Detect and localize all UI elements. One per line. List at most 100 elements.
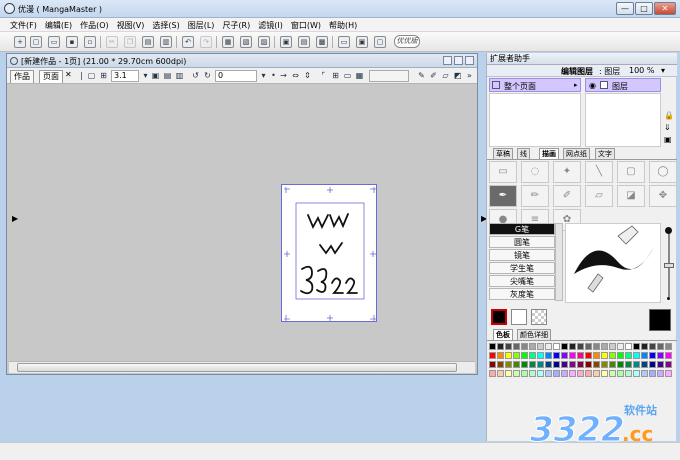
palette-swatch[interactable] (561, 370, 568, 377)
palette-swatch[interactable] (513, 370, 520, 377)
menu-file[interactable]: 文件(F) (6, 18, 41, 31)
redo-icon[interactable]: ↷ (200, 36, 212, 48)
pen-pointed[interactable]: 尖嘴笔 (489, 275, 555, 287)
fit-width-icon[interactable]: ▤ (163, 71, 172, 81)
palette-swatch[interactable] (625, 361, 632, 368)
palette-swatch[interactable] (617, 352, 624, 359)
palette-swatch[interactable] (553, 352, 560, 359)
folder-icon[interactable]: ▭ (338, 36, 350, 48)
brush-icon[interactable]: ✐ (429, 71, 438, 81)
zoom-input[interactable]: 3.1 (111, 70, 139, 82)
palette-swatch[interactable] (569, 352, 576, 359)
window-icon[interactable]: ▢ (374, 36, 386, 48)
palette-swatch[interactable] (545, 352, 552, 359)
pen-tool-selected-icon[interactable]: ✒ (489, 185, 517, 207)
close-button[interactable]: ✕ (654, 2, 676, 15)
palette-swatch[interactable] (561, 352, 568, 359)
opacity-dropdown-icon[interactable]: ▾ (661, 66, 665, 75)
palette-swatch[interactable] (497, 343, 504, 350)
palette-swatch[interactable] (489, 370, 496, 377)
ruler-icon[interactable]: ▭ (343, 71, 352, 81)
palette-swatch[interactable] (665, 361, 672, 368)
palette-swatch[interactable] (665, 343, 672, 350)
palette-swatch[interactable] (633, 343, 640, 350)
menu-help[interactable]: 帮助(H) (325, 18, 361, 31)
palette-swatch[interactable] (545, 361, 552, 368)
palette-swatch[interactable] (657, 370, 664, 377)
pen-list-scrollbar[interactable] (555, 223, 563, 301)
page-list[interactable] (489, 93, 581, 147)
palette-swatch[interactable] (665, 370, 672, 377)
rect-tool-icon[interactable]: ▢ (617, 161, 645, 183)
palette-swatch[interactable] (529, 361, 536, 368)
palette-swatch[interactable] (593, 370, 600, 377)
flip-h-icon[interactable]: ⇔ (291, 71, 300, 81)
guide-icon[interactable]: ▦ (355, 71, 364, 81)
grid-icon[interactable]: ⊞ (331, 71, 340, 81)
palette-swatch[interactable] (609, 343, 616, 350)
palette-swatch[interactable] (553, 343, 560, 350)
bucket-icon[interactable]: ◪ (617, 185, 645, 207)
palette-swatch[interactable] (601, 352, 608, 359)
palette-swatch[interactable] (633, 370, 640, 377)
select-rect-icon[interactable]: ▭ (489, 161, 517, 183)
palette-swatch[interactable] (641, 343, 648, 350)
paste-icon[interactable]: ▤ (142, 36, 154, 48)
eraser-tool-icon[interactable]: ▱ (585, 185, 613, 207)
pen-round[interactable]: 圆笔 (489, 236, 555, 248)
move-icon[interactable]: ✥ (649, 185, 677, 207)
menu-view[interactable]: 视图(V) (113, 18, 149, 31)
palette-swatch[interactable] (553, 370, 560, 377)
fit-page-icon[interactable]: ▣ (151, 71, 160, 81)
browser-icon[interactable]: ▣ (356, 36, 368, 48)
delete-icon[interactable]: ▥ (160, 36, 172, 48)
palette-swatch[interactable] (649, 361, 656, 368)
arrow-icon[interactable]: → (279, 71, 288, 81)
palette-swatch[interactable] (649, 370, 656, 377)
palette-swatch[interactable] (593, 343, 600, 350)
palette-swatch[interactable] (601, 370, 608, 377)
palette-swatch[interactable] (521, 370, 528, 377)
dot-icon[interactable]: • (269, 71, 278, 81)
new-page-icon[interactable]: ▢ (30, 36, 42, 48)
background-color[interactable] (511, 309, 527, 325)
palette-swatch[interactable] (625, 352, 632, 359)
palette-swatch[interactable] (545, 343, 552, 350)
menu-work[interactable]: 作品(O) (76, 18, 113, 31)
palette-swatch[interactable] (585, 352, 592, 359)
palette-swatch[interactable] (529, 352, 536, 359)
palette-swatch[interactable] (505, 361, 512, 368)
palette-swatch[interactable] (553, 361, 560, 368)
horizontal-scrollbar[interactable] (9, 361, 475, 373)
palette-swatch[interactable] (545, 370, 552, 377)
palette-swatch[interactable] (601, 361, 608, 368)
palette-swatch[interactable] (617, 343, 624, 350)
fill-icon[interactable]: ◩ (453, 71, 462, 81)
palette-swatch[interactable] (577, 352, 584, 359)
palette-swatch[interactable] (593, 352, 600, 359)
palette-swatch[interactable] (513, 343, 520, 350)
more-icon[interactable]: » (465, 71, 474, 81)
palette-swatch[interactable] (505, 352, 512, 359)
palette-swatch[interactable] (489, 343, 496, 350)
manga-page[interactable] (281, 184, 377, 322)
palette-swatch[interactable] (489, 361, 496, 368)
canvas-area[interactable] (9, 85, 475, 361)
palette-swatch[interactable] (633, 352, 640, 359)
open-icon[interactable]: ▭ (48, 36, 60, 48)
layer-combo[interactable] (369, 70, 409, 82)
palette-swatch[interactable] (569, 361, 576, 368)
pages-list-item[interactable]: 整个页面 ▸ (489, 78, 581, 92)
rotate-left-icon[interactable]: ↺ (191, 71, 200, 81)
layout-icon[interactable]: ▤ (298, 36, 310, 48)
marker-icon[interactable]: ✐ (553, 185, 581, 207)
palette-swatch[interactable] (665, 352, 672, 359)
pencil-icon[interactable]: ✏ (521, 185, 549, 207)
palette-swatch[interactable] (625, 370, 632, 377)
foreground-color[interactable] (491, 309, 507, 325)
palette-swatch[interactable] (577, 361, 584, 368)
nav-first-icon[interactable]: | (77, 71, 86, 81)
palette-swatch[interactable] (537, 370, 544, 377)
palette-swatch[interactable] (521, 361, 528, 368)
pen-student[interactable]: 学生笔 (489, 262, 555, 274)
